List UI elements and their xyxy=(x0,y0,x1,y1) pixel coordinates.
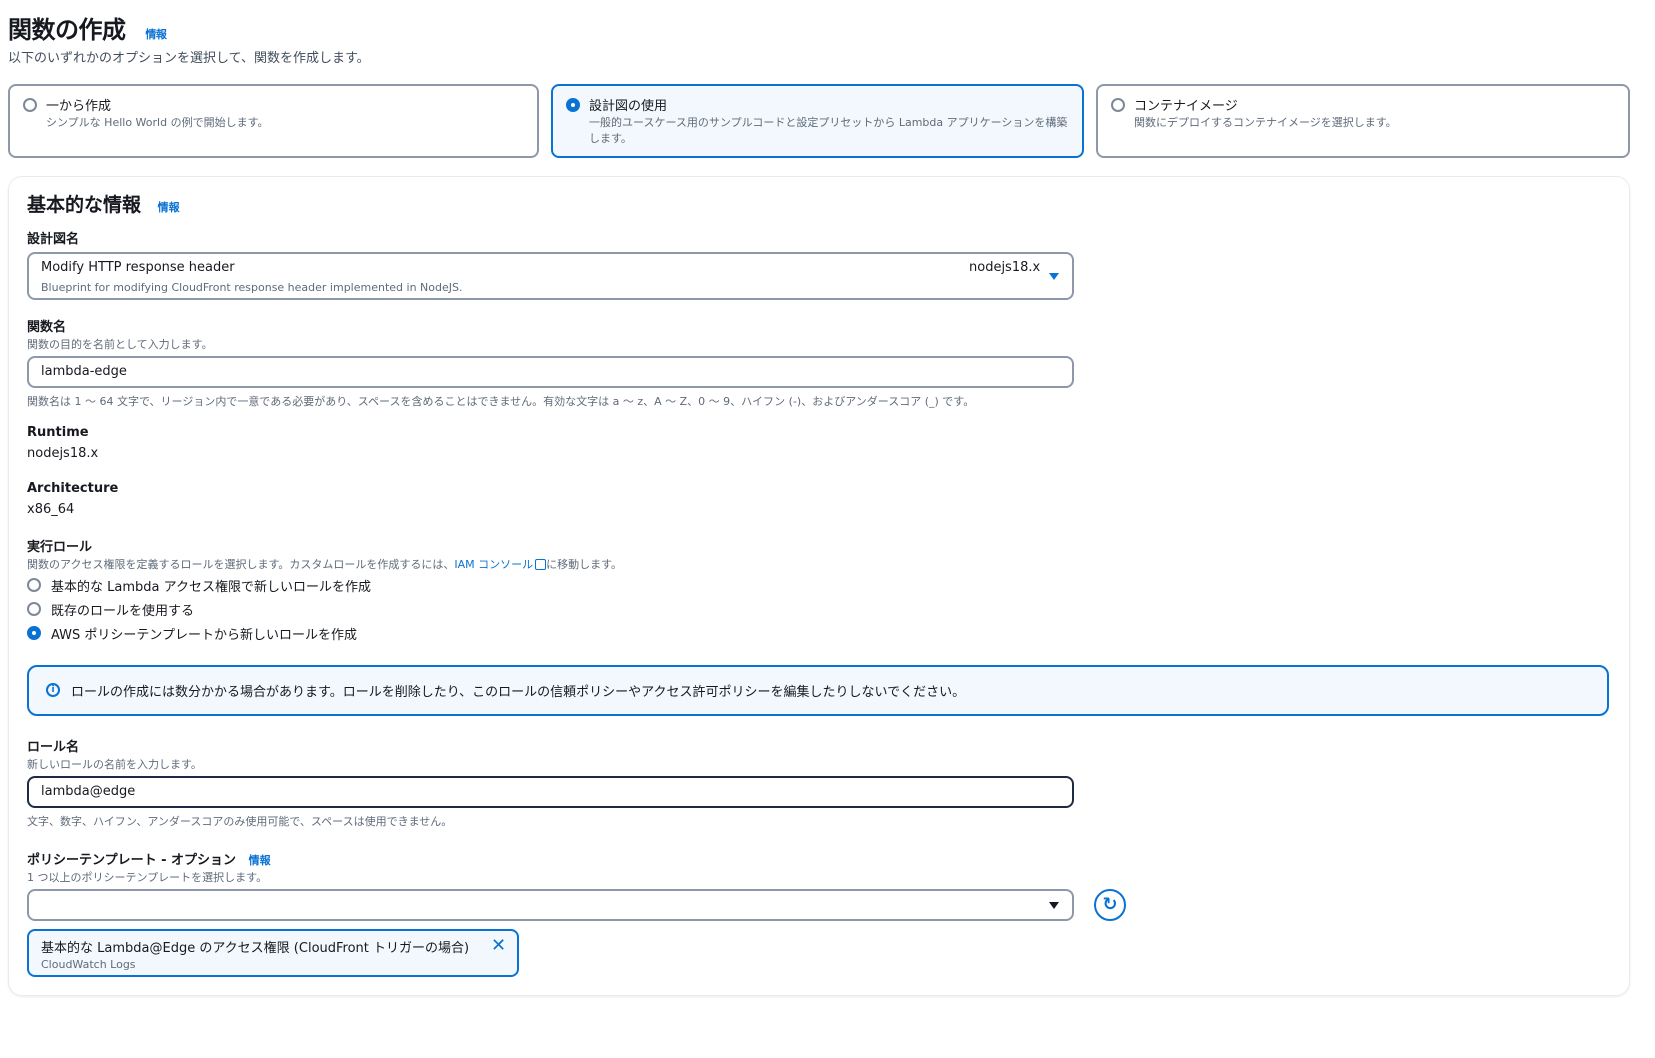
section-title: 基本的な情報 情報 xyxy=(27,194,180,216)
radio-role-basic[interactable] xyxy=(27,578,41,592)
blueprint-description: Blueprint for modifying CloudFront respo… xyxy=(41,281,463,294)
iam-console-link[interactable]: IAM コンソール xyxy=(454,558,533,571)
option-card-from-scratch[interactable]: 一から作成 シンプルな Hello World の例で開始します。 xyxy=(8,84,539,158)
architecture-label: Architecture xyxy=(27,481,119,496)
execution-role-label: 実行ロール xyxy=(27,540,93,555)
role-option-label: 基本的な Lambda アクセス権限で新しいロールを作成 xyxy=(51,580,371,595)
role-name-input[interactable]: lambda@edge xyxy=(27,776,1074,808)
blueprint-runtime: nodejs18.x xyxy=(969,260,1041,275)
function-name-value: lambda-edge xyxy=(41,364,127,379)
option-description: シンプルな Hello World の例で開始します。 xyxy=(46,116,269,129)
page-title: 関数の作成 情報 xyxy=(8,16,167,44)
blueprint-label: 設計図名 xyxy=(27,232,80,247)
policy-info-link[interactable]: 情報 xyxy=(249,854,271,867)
external-link-icon xyxy=(535,559,547,570)
radio-blueprint[interactable] xyxy=(566,98,580,112)
page-description: 以下のいずれかのオプションを選択して、関数を作成します。 xyxy=(8,51,370,66)
function-name-label: 関数名 xyxy=(27,320,67,335)
option-card-blueprint[interactable]: 設計図の使用 一般的ユースケース用のサンプルコードと設定プリセットから Lamb… xyxy=(551,84,1084,158)
radio-from-scratch[interactable] xyxy=(23,98,37,112)
info-circle-icon: i xyxy=(46,683,60,697)
role-name-constraint: 文字、数字、ハイフン、アンダースコアのみ使用可能で、スペースは使用できません。 xyxy=(27,815,453,828)
blueprint-select[interactable]: Modify HTTP response header Blueprint fo… xyxy=(27,252,1074,300)
close-icon[interactable]: ✕ xyxy=(491,935,506,956)
policy-token-subtitle: CloudWatch Logs xyxy=(41,958,136,971)
info-alert: i ロールの作成には数分かかる場合があります。ロールを削除したり、このロールの信… xyxy=(27,665,1609,716)
role-option-label: AWS ポリシーテンプレートから新しいロールを作成 xyxy=(51,628,358,643)
option-card-container-image[interactable]: コンテナイメージ 関数にデプロイするコンテナイメージを選択します。 xyxy=(1096,84,1630,158)
runtime-label: Runtime xyxy=(27,425,89,440)
basic-info-link[interactable]: 情報 xyxy=(158,201,180,214)
policy-token-title: 基本的な Lambda@Edge のアクセス権限 (CloudFront トリガ… xyxy=(41,941,470,956)
architecture-value: x86_64 xyxy=(27,502,75,517)
option-title: 設計図の使用 xyxy=(589,99,668,114)
role-name-description: 新しいロールの名前を入力します。 xyxy=(27,758,202,771)
role-name-label: ロール名 xyxy=(27,740,80,755)
option-description: 一般的ユースケース用のサンプルコードと設定プリセットから Lambda アプリケ… xyxy=(589,116,1068,145)
refresh-button[interactable]: ↻ xyxy=(1094,889,1126,921)
runtime-value: nodejs18.x xyxy=(27,446,99,461)
caret-down-icon xyxy=(1049,902,1059,909)
option-title: コンテナイメージ xyxy=(1134,99,1238,114)
page-info-link[interactable]: 情報 xyxy=(145,28,167,41)
function-name-description: 関数の目的を名前として入力します。 xyxy=(27,338,213,351)
policy-templates-label: ポリシーテンプレート - オプション 情報 xyxy=(27,853,271,868)
caret-down-icon xyxy=(1049,273,1059,280)
policy-templates-select[interactable] xyxy=(27,889,1074,921)
option-description: 関数にデプロイするコンテナイメージを選択します。 xyxy=(1134,116,1397,129)
radio-container-image[interactable] xyxy=(1111,98,1125,112)
radio-role-existing[interactable] xyxy=(27,602,41,616)
radio-role-policy-template[interactable] xyxy=(27,626,41,640)
execution-role-description: 関数のアクセス権限を定義するロールを選択します。カスタムロールを作成するには、I… xyxy=(27,558,623,571)
refresh-icon: ↻ xyxy=(1102,894,1118,915)
blueprint-name: Modify HTTP response header xyxy=(41,260,235,275)
option-title: 一から作成 xyxy=(46,99,112,114)
role-option-label: 既存のロールを使用する xyxy=(51,604,195,619)
function-name-input[interactable]: lambda-edge xyxy=(27,356,1074,388)
function-name-constraint: 関数名は 1 ～ 64 文字で、リージョン内で一意である必要があり、スペースを含… xyxy=(27,395,975,408)
role-name-value: lambda@edge xyxy=(41,784,136,799)
policy-token: 基本的な Lambda@Edge のアクセス権限 (CloudFront トリガ… xyxy=(27,929,519,977)
policy-templates-description: 1 つ以上のポリシーテンプレートを選択します。 xyxy=(27,871,268,884)
alert-text: ロールの作成には数分かかる場合があります。ロールを削除したり、このロールの信頼ポ… xyxy=(71,685,966,700)
